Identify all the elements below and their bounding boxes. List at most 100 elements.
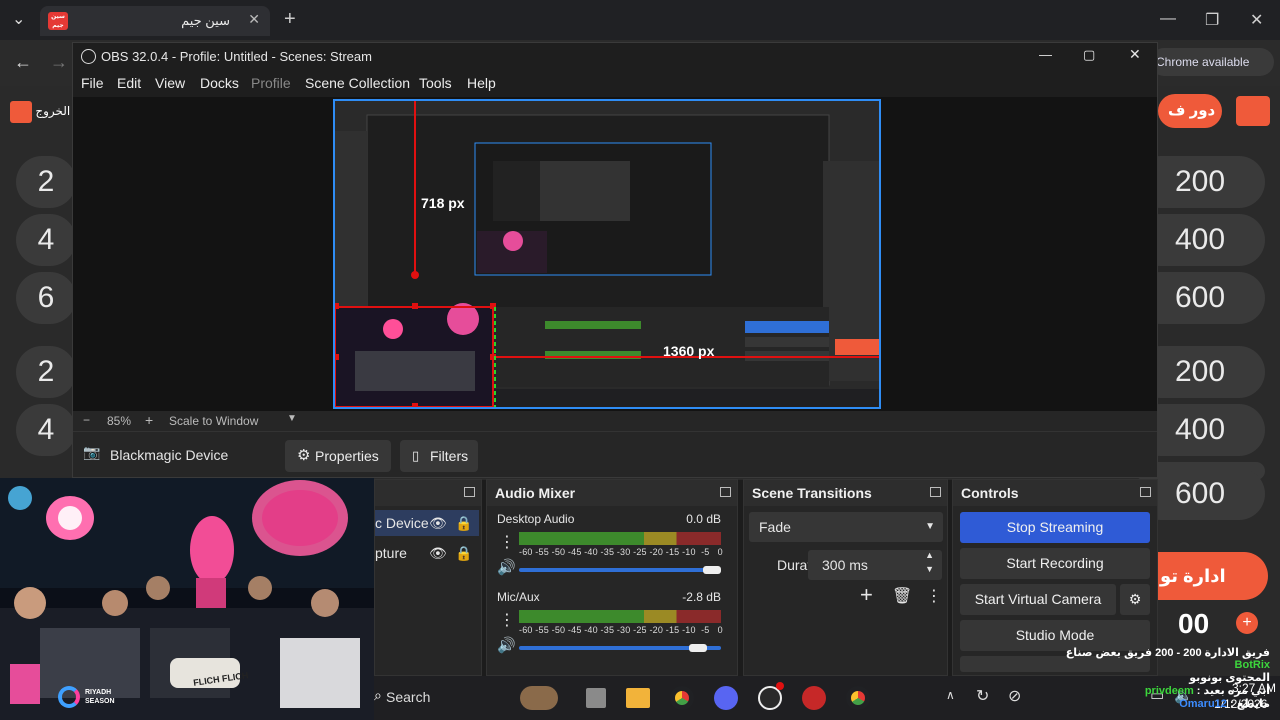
volume-slider-handle[interactable] bbox=[688, 644, 707, 652]
start-virtual-camera-button[interactable]: Start Virtual Camera bbox=[960, 584, 1116, 615]
sync-icon[interactable]: ↻ bbox=[976, 686, 989, 706]
forward-arrow-icon[interactable]: → bbox=[50, 52, 68, 73]
speaker-icon[interactable]: 🔊 bbox=[497, 636, 516, 654]
tab-close-icon[interactable]: ✕ bbox=[248, 11, 260, 28]
minimize-button[interactable]: — bbox=[1160, 10, 1176, 28]
more-options-icon[interactable]: ⋮ bbox=[499, 610, 515, 630]
lock-icon[interactable]: 🔒 bbox=[455, 510, 472, 536]
properties-button[interactable]: ⚙ Properties bbox=[285, 440, 391, 472]
new-tab-button[interactable]: + bbox=[284, 8, 296, 31]
eye-icon[interactable]: 👁 bbox=[429, 540, 447, 566]
popout-icon[interactable] bbox=[930, 487, 941, 497]
tab-list-chevron-icon[interactable]: ⌄ bbox=[12, 9, 25, 29]
exit-label: الخروج bbox=[35, 104, 71, 118]
eye-icon[interactable]: 👁 bbox=[429, 510, 447, 536]
stepper-arrows-icon[interactable]: ▲ ▼ bbox=[925, 548, 934, 576]
tray-chevron-icon[interactable]: ∧ bbox=[946, 688, 955, 702]
channel-desktop-audio: Desktop Audio 0.0 dB ⋮ -60 -55 -50 -45 -… bbox=[495, 510, 725, 586]
more-options-icon[interactable]: ⋮ bbox=[926, 586, 942, 606]
exit-button[interactable]: الخروج bbox=[10, 98, 70, 124]
left-value-3[interactable]: 6 bbox=[16, 272, 76, 324]
more-options-icon[interactable]: ⋮ bbox=[499, 532, 515, 552]
discord-icon[interactable] bbox=[714, 686, 738, 710]
duration-value: 300 ms bbox=[822, 557, 868, 573]
scene-transitions-dock: Scene Transitions Fade ▼ Duration 300 ms… bbox=[743, 479, 948, 676]
zoom-in-button[interactable]: + bbox=[145, 412, 153, 428]
update-notice[interactable]: Chrome available bbox=[1150, 48, 1274, 76]
left-value-4[interactable]: 2 bbox=[16, 346, 76, 398]
search-icon[interactable]: ⌕ bbox=[374, 687, 382, 704]
source-item-device[interactable]: c Device 👁 🔒 bbox=[375, 510, 479, 536]
plus-score-icon[interactable]: + bbox=[1236, 612, 1258, 634]
stop-streaming-button[interactable]: Stop Streaming bbox=[960, 512, 1150, 543]
lock-icon[interactable]: 🔒 bbox=[455, 540, 472, 566]
left-value-5[interactable]: 4 bbox=[16, 404, 76, 456]
audio-mixer-title: Audio Mixer bbox=[487, 480, 737, 506]
popout-icon[interactable] bbox=[720, 487, 731, 497]
program-preview[interactable]: 718 px 1360 px bbox=[333, 99, 881, 409]
menu-view[interactable]: View bbox=[155, 75, 185, 91]
virtual-camera-settings-button[interactable]: ⚙ bbox=[1120, 584, 1150, 615]
channel-name: Mic/Aux bbox=[497, 590, 540, 604]
meter-scale: -60 -55 -50 -45 -40 -35 -30 -25 -20 -15 … bbox=[519, 625, 723, 635]
restore-button[interactable]: ❐ bbox=[1205, 10, 1219, 30]
duration-input[interactable]: 300 ms ▲ ▼ bbox=[808, 550, 942, 580]
measure-width-label: 1360 px bbox=[663, 343, 715, 359]
camera-icon: 📷 bbox=[83, 444, 101, 460]
chrome-icon[interactable] bbox=[670, 686, 694, 710]
popout-icon[interactable] bbox=[1140, 487, 1151, 497]
chat-message: مايطع : Omaru12 bbox=[1030, 697, 1270, 710]
menu-help[interactable]: Help bbox=[467, 75, 496, 91]
obs-minimize-button[interactable]: — bbox=[1039, 47, 1052, 62]
channel-name: Desktop Audio bbox=[497, 512, 575, 526]
exit-icon bbox=[10, 100, 32, 123]
left-value-2[interactable]: 4 bbox=[16, 214, 76, 266]
source-item-label: pture bbox=[375, 545, 407, 561]
preview-area: 718 px 1360 px bbox=[73, 97, 1157, 411]
trash-icon[interactable]: 🗑 bbox=[892, 586, 912, 606]
speaker-icon[interactable]: 🔊 bbox=[497, 558, 516, 576]
role-button[interactable]: دور ف bbox=[1158, 94, 1222, 128]
chevron-down-icon: ▼ bbox=[925, 521, 935, 532]
close-window-button[interactable]: ✕ bbox=[1250, 10, 1263, 30]
scale-mode-select[interactable]: Scale to Window bbox=[169, 414, 258, 428]
filters-button[interactable]: ▯ Filters bbox=[400, 440, 478, 472]
search-highlight-icon[interactable] bbox=[520, 686, 558, 710]
menu-edit[interactable]: Edit bbox=[117, 75, 141, 91]
source-item-capture[interactable]: pture 👁 🔒 bbox=[375, 540, 479, 566]
file-explorer-icon[interactable] bbox=[626, 688, 650, 708]
chat-message: المحتوى بونوبو bbox=[1030, 671, 1270, 684]
transition-select[interactable]: Fade ▼ bbox=[749, 512, 943, 542]
add-transition-icon[interactable]: + bbox=[860, 582, 873, 608]
chat-message: ابي مره بعيد : privdeem bbox=[1030, 684, 1270, 697]
menu-profile[interactable]: Profile bbox=[251, 75, 291, 91]
obs-close-button[interactable]: ✕ bbox=[1129, 46, 1141, 63]
taskbar-search[interactable]: Search bbox=[386, 689, 430, 705]
popout-icon[interactable] bbox=[464, 487, 475, 497]
tab-title: سين جيم bbox=[181, 13, 230, 28]
chat-user: privdeem bbox=[1144, 685, 1194, 697]
menu-file[interactable]: File bbox=[81, 75, 104, 91]
browser-tab[interactable]: سين جيم سين جيم ✕ bbox=[40, 6, 270, 36]
chevron-down-icon[interactable]: ▼ bbox=[287, 413, 297, 424]
network-off-icon[interactable]: ⊘ bbox=[1008, 686, 1021, 706]
zoom-out-button[interactable]: − bbox=[83, 413, 90, 427]
left-value-1[interactable]: 2 bbox=[16, 156, 76, 208]
task-view-icon[interactable] bbox=[586, 688, 606, 708]
back-arrow-icon[interactable]: ← bbox=[14, 52, 32, 73]
manage-team-button[interactable]: ادارة تو bbox=[1158, 552, 1268, 600]
chat-user: BotRix bbox=[1234, 659, 1270, 671]
chrome-icon-2[interactable] bbox=[846, 686, 870, 710]
menu-docks[interactable]: Docks bbox=[200, 75, 239, 91]
chat-text: مايطع : bbox=[1229, 698, 1270, 710]
start-recording-button[interactable]: Start Recording bbox=[960, 548, 1150, 579]
menu-scene-collection[interactable]: Scene Collection bbox=[305, 75, 410, 91]
volume-slider[interactable] bbox=[519, 568, 721, 572]
app-red-icon[interactable] bbox=[802, 686, 826, 710]
selected-source-name: Blackmagic Device bbox=[110, 447, 229, 463]
obs-maximize-button[interactable]: ▢ bbox=[1083, 47, 1095, 63]
volume-slider-handle[interactable] bbox=[703, 566, 721, 574]
meter-scale: -60 -55 -50 -45 -40 -35 -30 -25 -20 -15 … bbox=[519, 547, 723, 557]
chat-text: ابي مره بعيد : bbox=[1196, 685, 1270, 697]
menu-tools[interactable]: Tools bbox=[419, 75, 452, 91]
